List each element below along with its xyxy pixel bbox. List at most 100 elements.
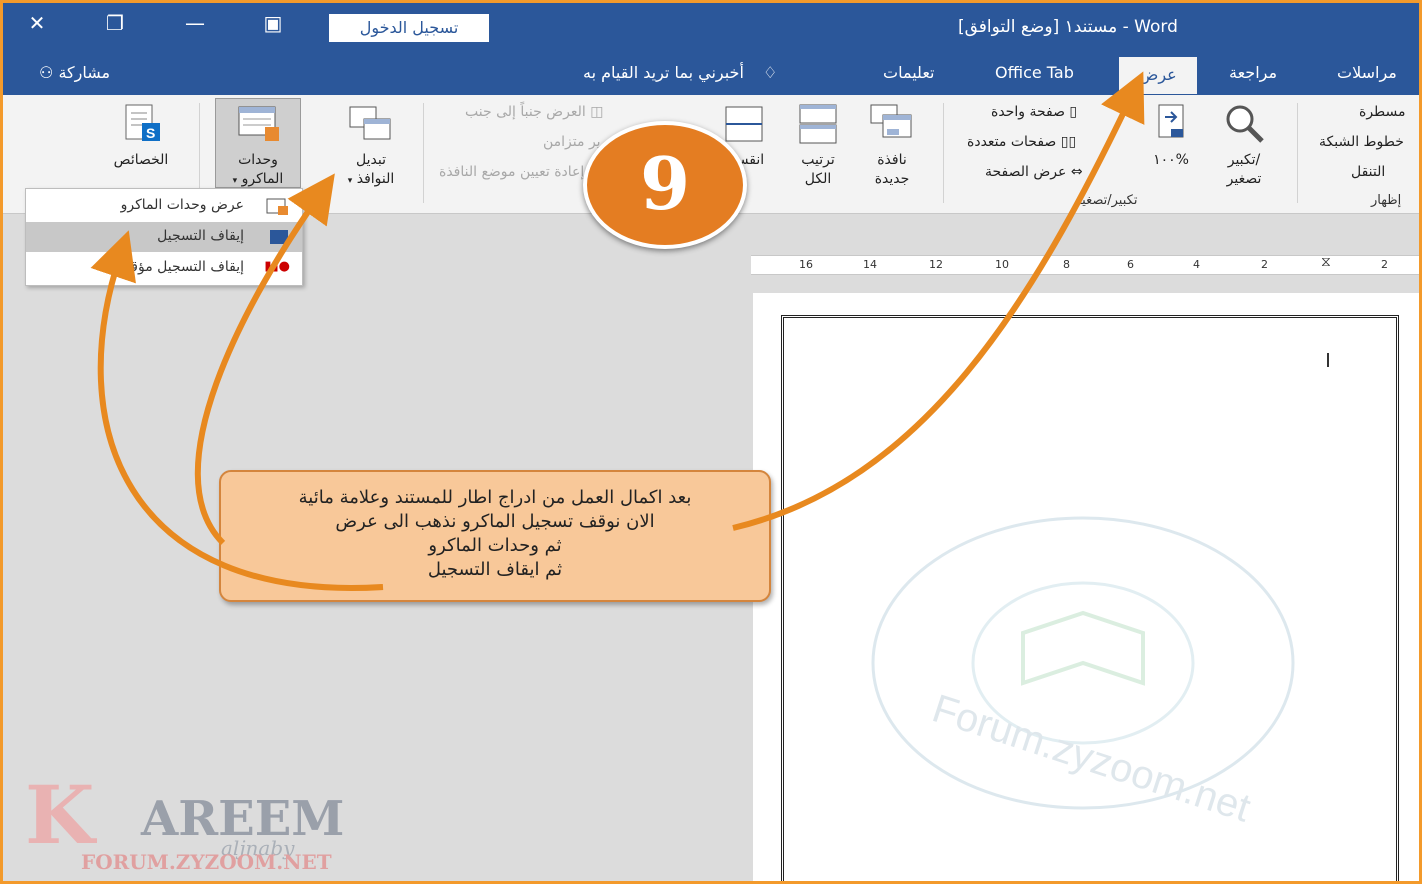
multiple-pages-button[interactable]: صفحات متعددة ▯▯ (967, 133, 1076, 152)
tab-view[interactable]: عرض (1119, 57, 1197, 94)
ruler-tick: 12 (929, 258, 943, 271)
share-button[interactable]: ⚇ مشاركة (39, 63, 110, 82)
indent-marker-icon[interactable]: ⧖ (1321, 254, 1331, 270)
zoom-label-line2: تصغير (1226, 171, 1262, 187)
horizontal-ruler[interactable]: 16 14 12 10 8 6 4 2 2 ⧖ (751, 254, 1419, 275)
ruler-tick: 8 (1063, 258, 1070, 271)
ruler-tick: 16 (799, 258, 813, 271)
zoom-group-label: تكبير/تصغير (1075, 193, 1138, 208)
group-separator (943, 103, 944, 203)
nav-pane-checkbox[interactable]: التنقل (1351, 163, 1385, 182)
tab-office-tab[interactable]: Office Tab (995, 63, 1074, 82)
arrange-all-icon (799, 104, 837, 144)
chevron-down-icon: ▾ (232, 176, 238, 186)
person-icon: ⚇ (39, 63, 54, 82)
menu-item-view-macros[interactable]: عرض وحدات الماكرو (26, 191, 302, 221)
page-width-label: عرض الصفحة (985, 164, 1067, 180)
title-separator: - (1122, 17, 1129, 37)
zoom-100-icon (1158, 104, 1184, 138)
gridlines-checkbox[interactable]: خطوط الشبكة (1319, 133, 1404, 152)
callout-line: الان نوقف تسجيل الماكرو نذهب الى عرض (335, 511, 655, 532)
pause-recording-label: إيقاف التسجيل مؤقتاً (122, 259, 244, 275)
side-by-side-button[interactable]: العرض جنباً إلى جنب ◫ (465, 103, 603, 122)
sharepoint-properties-icon: S (125, 104, 160, 141)
multiple-pages-label: صفحات متعددة (967, 134, 1057, 150)
view-macros-icon (266, 198, 288, 215)
screenshot-frame: ✕ ❐ — ▣ تسجيل الدخول Word - مستند١ [وضع … (0, 0, 1422, 884)
kareem-logo: K AREEM aljnaby FORUM.ZYZOOM.NET (25, 773, 344, 873)
text-cursor (1327, 353, 1329, 367)
step-number-badge: 9 (583, 121, 747, 249)
zoom-label-line1: تكبير/ (1227, 152, 1261, 168)
side-by-side-icon: ◫ (590, 104, 604, 120)
callout-line: بعد اكمال العمل من ادراج اطار للمستند وع… (298, 487, 692, 508)
callout-line: ثم وحدات الماكرو (428, 535, 562, 556)
one-page-label: صفحة واحدة (991, 104, 1065, 120)
properties-button[interactable]: S الخصائص (99, 103, 183, 170)
switch-windows-button[interactable]: تبديل ▾ النوافذ (329, 103, 413, 191)
close-icon[interactable]: ✕ (17, 11, 57, 35)
new-window-label-line1: نافذة (877, 152, 907, 168)
app-name: Word (1134, 17, 1178, 37)
properties-label: الخصائص (113, 152, 169, 168)
menu-item-pause-recording[interactable]: إيقاف التسجيل مؤقتاً ▮▮● (26, 253, 302, 283)
macros-button[interactable]: وحدات ▾ الماكرو (215, 98, 301, 188)
title-bar: ✕ ❐ — ▣ تسجيل الدخول Word - مستند١ [وضع … (3, 3, 1419, 51)
ruler-tick: 14 (863, 258, 877, 271)
ruler-tick: 10 (995, 258, 1009, 271)
lightbulb-icon: ♢ (762, 63, 778, 82)
tab-mailings[interactable]: مراسلات (1337, 63, 1397, 82)
gridlines-label: خطوط الشبكة (1319, 134, 1404, 150)
group-separator (423, 103, 424, 203)
tab-help[interactable]: تعليمات (883, 63, 934, 82)
new-window-label-line2: جديدة (874, 171, 910, 187)
svg-text:FORUM.ZYZOOM.NET: FORUM.ZYZOOM.NET (81, 850, 332, 873)
switch-windows-icon (349, 106, 391, 140)
window-title: Word - مستند١ [وضع التوافق] (958, 17, 1178, 37)
switch-label-line2: النوافذ (356, 171, 395, 187)
page-width-icon: ⇔ (1070, 164, 1083, 180)
macros-dropdown-menu: عرض وحدات الماكرو إيقاف التسجيل إيقاف ال… (25, 188, 303, 286)
arrange-label-line1: ترتيب (801, 152, 835, 168)
ruler-tick: 2 (1261, 258, 1268, 271)
svg-text:S: S (146, 125, 155, 141)
zoom-button[interactable]: تكبير/ تصغير (1211, 103, 1277, 189)
ruler-label: مسطرة (1359, 104, 1406, 120)
document-title: مستند١ [وضع التوافق] (958, 17, 1118, 37)
macros-label-line2: الماكرو (241, 171, 284, 187)
ruler-tick: 2 (1381, 258, 1388, 271)
svg-text:K: K (25, 773, 97, 862)
one-page-icon: ▯ (1069, 104, 1078, 120)
share-label: مشاركة (58, 63, 111, 82)
instruction-callout: بعد اكمال العمل من ادراج اطار للمستند وع… (219, 470, 771, 602)
new-window-button[interactable]: نافذة جديدة (861, 103, 923, 189)
macros-label-line1: وحدات (238, 152, 278, 168)
reset-position-button[interactable]: إعادة تعيين موضع النافذة (439, 163, 584, 182)
tell-me-label: أخبرني بما تريد القيام به (583, 63, 744, 82)
stop-recording-label: إيقاف التسجيل (157, 228, 244, 244)
group-separator (1297, 103, 1298, 203)
split-icon (725, 106, 763, 142)
view-macros-label: عرض وحدات الماكرو (120, 197, 244, 213)
tell-me-box[interactable]: أخبرني بما تريد القيام به ♢ (583, 63, 777, 82)
arrange-label-line2: الكل (804, 171, 832, 187)
page-width-button[interactable]: عرض الصفحة ⇔ (985, 163, 1083, 182)
one-page-button[interactable]: صفحة واحدة ▯ (991, 103, 1077, 122)
ribbon-display-icon[interactable]: ▣ (253, 11, 293, 35)
stop-icon (270, 230, 288, 244)
macros-icon (238, 106, 279, 141)
arrange-all-button[interactable]: ترتيب الكل (787, 103, 849, 189)
callout-line: ثم ايقاف التسجيل (427, 559, 563, 580)
minimize-icon[interactable]: — (175, 11, 215, 35)
chevron-down-icon: ▾ (347, 176, 353, 186)
ruler-checkbox[interactable]: مسطرة (1359, 103, 1406, 122)
forum-watermark: Forum.zyzoom.net (871, 516, 1295, 831)
magnifier-icon (1226, 105, 1264, 143)
new-window-icon (870, 104, 912, 138)
tab-review[interactable]: مراجعة (1229, 63, 1277, 82)
menu-item-stop-recording[interactable]: إيقاف التسجيل (26, 222, 302, 252)
zoom-100-button[interactable]: ١٠٠% (1141, 103, 1201, 170)
restore-icon[interactable]: ❐ (95, 11, 135, 35)
ribbon-tabs: ⚇ مشاركة أخبرني بما تريد القيام به ♢ تعل… (3, 51, 1419, 95)
signin-button[interactable]: تسجيل الدخول (329, 14, 489, 42)
